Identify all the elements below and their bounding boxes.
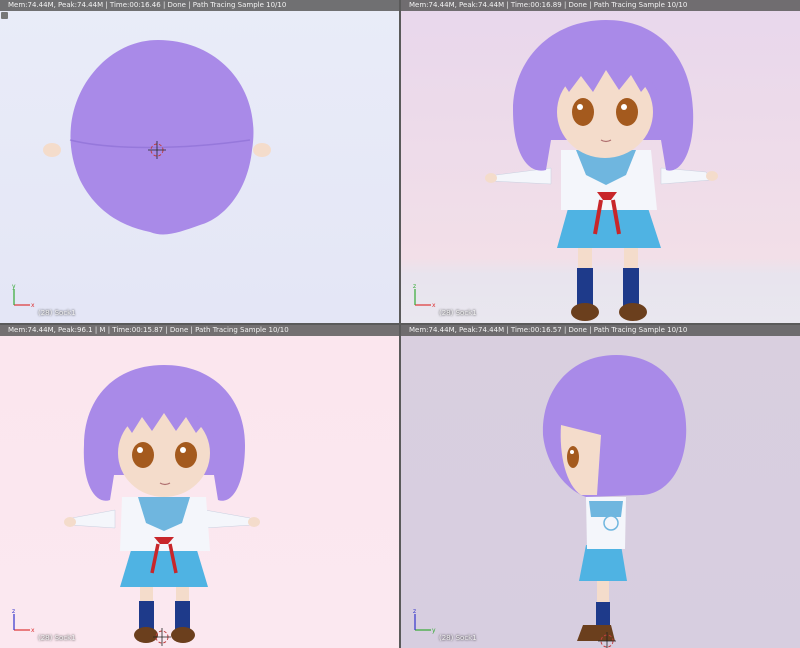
axis-gizmo-icon: x z [12,608,35,634]
viewport-top[interactable]: Mem:74.44M, Peak:74.44M | Time:00:16.46 … [0,0,399,323]
object-label: (28) Sock1 [439,309,477,317]
svg-text:z: z [413,608,416,615]
viewport-divider-horizontal[interactable] [0,323,800,325]
skirt [557,205,661,248]
viewport-side[interactable]: Mem:74.44M, Peak:74.44M | Time:00:16.57 … [401,325,800,648]
viewport-front[interactable]: Mem:74.44M, Peak:96.1 | M | Time:00:15.8… [0,325,399,648]
svg-text:z: z [12,608,15,615]
svg-text:x: x [31,302,35,309]
shoe-right [619,303,647,321]
sock-right [623,268,639,306]
render-side-view [542,355,687,648]
svg-text:x: x [432,302,436,309]
left-hand [43,143,61,157]
axis-gizmo-icon: y z [413,608,436,634]
corner-widget-icon[interactable] [1,12,8,19]
hair-top [70,40,254,235]
axis-gizmo-icon: x z [413,283,436,309]
svg-text:z: z [413,283,416,290]
right-hand [253,143,271,157]
eye-left [572,98,594,126]
shoe-left [571,303,599,321]
object-label: (28) Sock1 [439,634,477,642]
eye-right [616,98,638,126]
svg-text:y: y [12,283,16,290]
render-stats-header: Mem:74.44M, Peak:96.1 | M | Time:00:15.8… [0,325,399,336]
render-front-view [64,365,260,646]
render-perspective-view [485,20,718,321]
axis-gizmo-icon: x y [12,283,35,309]
render-stats-header: Mem:74.44M, Peak:74.44M | Time:00:16.89 … [401,0,800,11]
svg-text:y: y [432,627,436,634]
render-top-view [43,40,271,235]
svg-text:x: x [31,627,35,634]
render-stats-header: Mem:74.44M, Peak:74.44M | Time:00:16.57 … [401,325,800,336]
object-label: (28) Sock1 [38,309,76,317]
viewport-perspective[interactable]: Mem:74.44M, Peak:74.44M | Time:00:16.89 … [401,0,800,323]
render-viewport-grid: Mem:74.44M, Peak:74.44M | Time:00:16.46 … [0,0,800,648]
render-stats-header: Mem:74.44M, Peak:74.44M | Time:00:16.46 … [0,0,399,11]
sock-left [577,268,593,306]
object-label: (28) Sock1 [38,634,76,642]
